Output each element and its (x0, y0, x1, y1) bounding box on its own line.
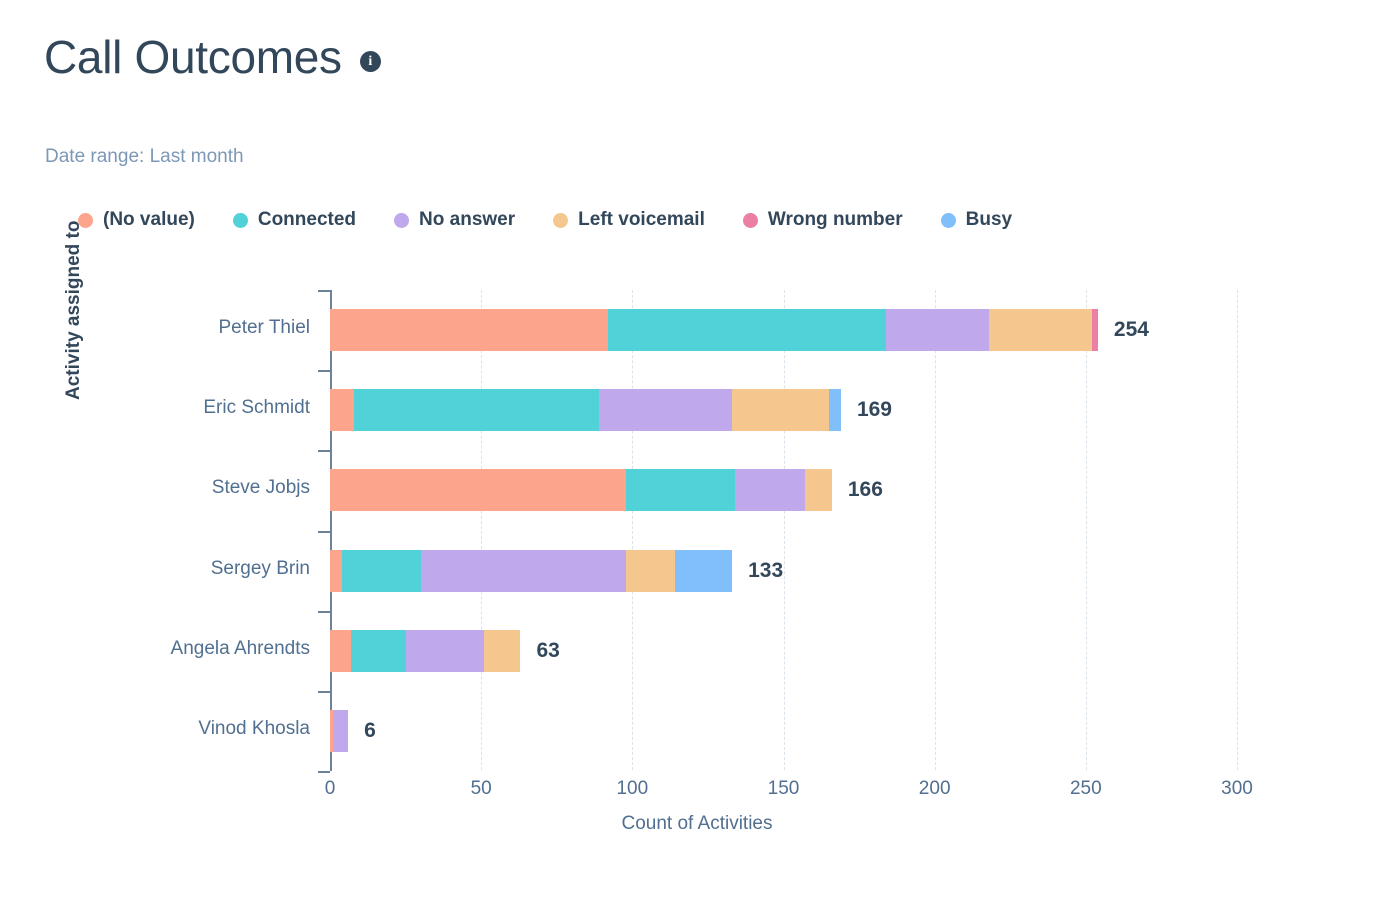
legend-item-left-voicemail[interactable]: Left voicemail (553, 209, 705, 231)
y-category-label: Vinod Khosla (198, 717, 310, 739)
bar-row[interactable]: 133 (330, 549, 1237, 592)
bar-segment[interactable] (420, 549, 627, 592)
bar-segment[interactable] (330, 309, 609, 352)
bar-segment[interactable] (333, 709, 349, 752)
bar-row[interactable]: 63 (330, 629, 1237, 672)
x-tick-label: 150 (767, 778, 800, 799)
x-tick-label: 100 (616, 778, 649, 799)
y-axis-title: Activity assigned to (63, 220, 84, 401)
date-range-text: Date range: Last month (45, 146, 244, 167)
bar-total-label: 133 (748, 558, 784, 582)
bar-segment[interactable] (804, 469, 832, 512)
bar-total-label: 6 (364, 718, 376, 742)
y-tick (318, 771, 330, 773)
legend-color-dot (742, 212, 758, 228)
legend-label: (No value) (103, 209, 195, 230)
y-category-label: Eric Schmidt (203, 397, 310, 419)
legend-item-wrong-number[interactable]: Wrong number (742, 209, 903, 231)
bar-segment[interactable] (405, 629, 485, 672)
bar-row[interactable]: 254 (330, 309, 1237, 352)
x-tick-label: 300 (1221, 778, 1253, 799)
gridline (481, 290, 483, 770)
bar-segment[interactable] (330, 549, 343, 592)
x-tick-label: 50 (470, 778, 492, 799)
bar-row[interactable]: 169 (330, 389, 1237, 432)
bar-segment[interactable] (828, 389, 841, 432)
gridline (1237, 290, 1238, 770)
legend-item-no-value[interactable]: (No value) (78, 209, 195, 231)
bar-segment[interactable] (599, 389, 733, 432)
y-category-label: Angela Ahrendts (170, 637, 310, 659)
legend-label: Connected (257, 209, 357, 230)
x-axis-title: Count of Activities (621, 813, 773, 834)
y-tick (318, 370, 330, 373)
bar-total-label: 169 (856, 398, 892, 422)
legend-item-no-answer[interactable]: No answer (394, 209, 515, 231)
y-tick (318, 530, 330, 533)
bar-segment[interactable] (732, 389, 829, 432)
bar-total-label: 166 (847, 478, 883, 502)
bar-row[interactable]: 6 (330, 709, 1237, 752)
bar-segment[interactable] (351, 629, 406, 672)
legend-color-dot (232, 212, 248, 228)
chart-legend: (No value) Connected No answer Left voicema… (78, 209, 1050, 231)
bar-segment[interactable] (330, 389, 355, 432)
bar-segment[interactable] (626, 469, 736, 512)
x-tick-label: 200 (918, 778, 951, 799)
bar-total-label: 254 (1113, 318, 1149, 342)
legend-item-busy[interactable]: Busy (940, 209, 1013, 231)
title-row: Call Outcomes i (44, 32, 381, 83)
bar-segment[interactable] (330, 629, 352, 672)
legend-label: Busy (965, 209, 1013, 230)
info-icon[interactable]: i (359, 51, 381, 73)
bar-segment[interactable] (989, 309, 1092, 352)
bar-row[interactable]: 166 (330, 469, 1237, 512)
legend-item-connected[interactable]: Connected (232, 209, 357, 231)
bar-segment[interactable] (608, 309, 887, 352)
plot-area: 254 169 166 133 63 6 (330, 290, 1238, 770)
y-tick (318, 610, 330, 613)
y-tick (318, 450, 330, 453)
bar-segment[interactable] (886, 309, 990, 352)
bar-segment[interactable] (626, 549, 675, 592)
x-tick-label: 0 (324, 778, 336, 799)
y-tick (318, 290, 330, 292)
call-outcomes-report: Call Outcomes i Date range: Last month (… (0, 0, 1394, 914)
bar-segment[interactable] (735, 469, 805, 512)
legend-label: Left voicemail (578, 209, 705, 230)
page-title: Call Outcomes (44, 31, 342, 83)
bar-segment[interactable] (1091, 309, 1098, 352)
gridline (632, 290, 634, 770)
bar-total-label: 63 (536, 638, 560, 662)
gridline (934, 290, 936, 770)
legend-color-dot (394, 212, 410, 228)
y-category-label: Sergey Brin (210, 557, 310, 579)
legend-color-dot (553, 212, 569, 228)
bar-segment[interactable] (354, 389, 600, 432)
bar-segment[interactable] (342, 549, 421, 592)
legend-label: No answer (419, 209, 516, 230)
y-tick (318, 690, 330, 693)
gridline (783, 290, 785, 770)
bar-segment[interactable] (330, 469, 627, 512)
legend-label: Wrong number (767, 209, 903, 230)
x-tick-label: 250 (1069, 778, 1102, 799)
bar-segment[interactable] (674, 549, 733, 592)
y-category-label: Steve Jobjs (211, 477, 310, 499)
legend-color-dot (940, 212, 956, 228)
y-category-label: Peter Thiel (218, 317, 310, 339)
gridline (1085, 290, 1087, 770)
bar-segment[interactable] (484, 629, 521, 672)
